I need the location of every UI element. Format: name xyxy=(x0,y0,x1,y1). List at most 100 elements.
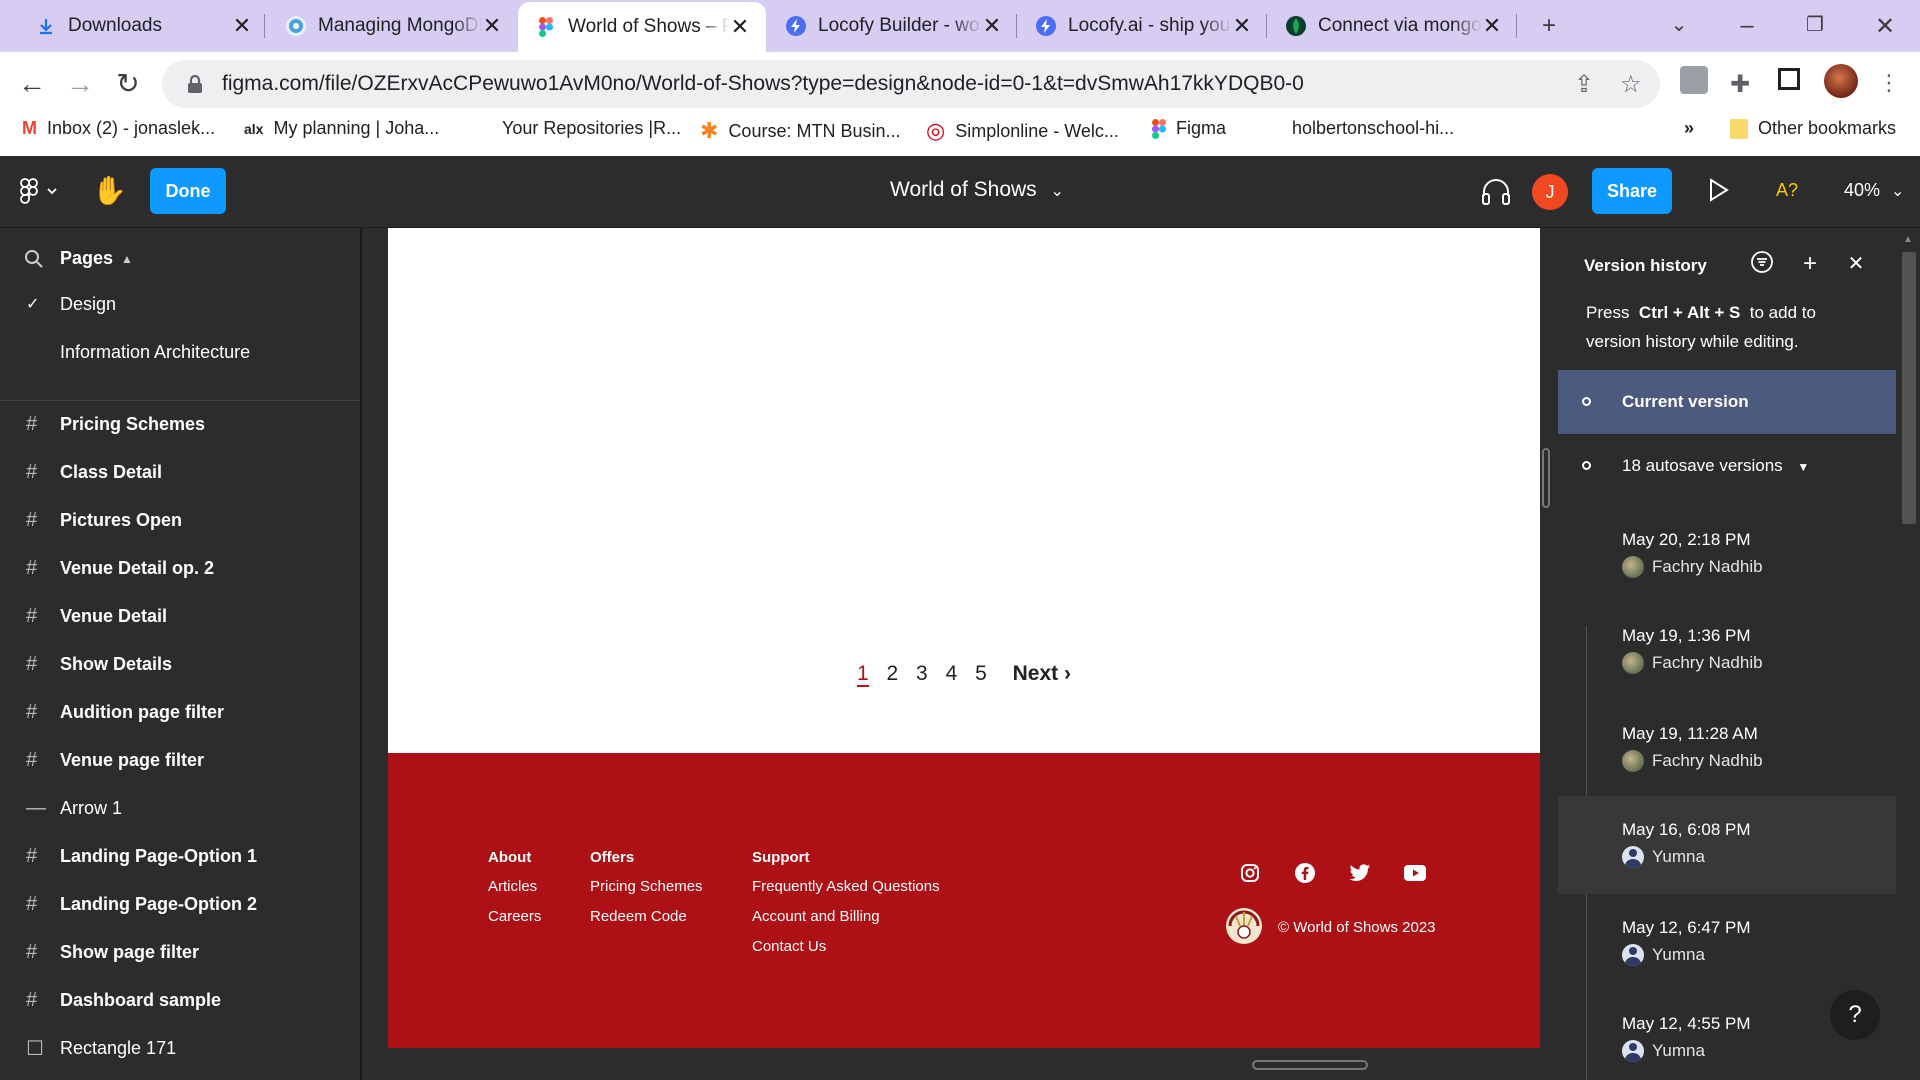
other-bookmarks[interactable]: Other bookmarks xyxy=(1730,118,1896,139)
share-page-icon[interactable]: ⇪ xyxy=(1574,70,1594,99)
address-bar[interactable]: figma.com/file/OZErxvAcCPewuwo1AvM0no/Wo… xyxy=(162,60,1660,108)
zoom-menu[interactable]: 40% ⌄ xyxy=(1844,180,1904,201)
page-item-information-architecture[interactable]: Information Architecture xyxy=(0,330,360,374)
bookmark-inbox[interactable]: M Inbox (2) - jonaslek... xyxy=(22,118,215,139)
chrome-menu-icon[interactable]: ⋮ xyxy=(1878,70,1900,96)
bookmark-star-icon[interactable]: ☆ xyxy=(1620,70,1642,99)
version-item-current[interactable]: Current version xyxy=(1558,370,1896,434)
filter-icon[interactable] xyxy=(1748,250,1776,278)
youtube-icon[interactable] xyxy=(1403,861,1427,885)
close-icon[interactable]: ✕ xyxy=(982,13,1002,39)
bookmarks-overflow-icon[interactable]: » xyxy=(1684,118,1694,139)
layer-item[interactable]: # Landing Page-Option 2 xyxy=(0,882,360,926)
present-play-icon[interactable] xyxy=(1708,178,1730,207)
canvas-vertical-scrollbar[interactable] xyxy=(1542,448,1550,508)
bookmark-figma[interactable]: Figma xyxy=(1152,118,1226,139)
back-icon[interactable]: ← xyxy=(12,64,52,104)
footer-link[interactable]: Frequently Asked Questions xyxy=(752,878,940,895)
window-close-icon[interactable]: ✕ xyxy=(1870,12,1900,41)
version-item[interactable]: May 16, 6:08 PM Yumna xyxy=(1558,796,1896,894)
close-icon[interactable]: ✕ xyxy=(1232,13,1252,39)
scroll-up-icon[interactable]: ▲ xyxy=(1903,234,1913,245)
tab-downloads[interactable]: Downloads ✕ xyxy=(18,4,268,48)
file-title-menu[interactable]: World of Shows ⌄ xyxy=(890,178,1064,202)
close-icon[interactable]: ✕ xyxy=(730,14,750,40)
footer-link[interactable]: Account and Billing xyxy=(752,908,940,925)
bookmark-repositories[interactable]: Your Repositories |R... xyxy=(502,118,681,139)
layer-item[interactable]: — Arrow 1 xyxy=(0,786,360,830)
tab-locofy-ai[interactable]: Locofy.ai - ship you ✕ xyxy=(1018,4,1268,48)
layer-item[interactable]: # Venue Detail xyxy=(0,594,360,638)
tab-locofy-builder[interactable]: Locofy Builder - wo ✕ xyxy=(768,4,1018,48)
bookmark-my-planning[interactable]: alx My planning | Joha... xyxy=(244,118,439,139)
version-item[interactable]: May 12, 6:47 PM Yumna xyxy=(1558,894,1896,990)
hand-tool-icon[interactable]: ✋ xyxy=(92,174,127,207)
page-item-design[interactable]: ✓ Design xyxy=(0,282,360,326)
audio-headphones-icon[interactable] xyxy=(1480,176,1512,211)
layer-item[interactable]: # Class Detail xyxy=(0,450,360,494)
bookmark-holbertonschool[interactable]: holbertonschool-hi... xyxy=(1292,118,1454,139)
page-link-2[interactable]: 2 xyxy=(887,662,899,686)
version-item[interactable]: May 19, 1:36 PM Fachry Nadhib xyxy=(1558,602,1896,700)
canvas-horizontal-scrollbar[interactable] xyxy=(1252,1060,1368,1070)
share-button[interactable]: Share xyxy=(1592,168,1672,214)
page-link-3[interactable]: 3 xyxy=(916,662,928,686)
extension-profile-icon[interactable] xyxy=(1680,66,1708,94)
layer-item[interactable]: # Audition page filter xyxy=(0,690,360,734)
side-panel-icon[interactable] xyxy=(1778,68,1800,90)
reload-icon[interactable]: ↻ xyxy=(108,64,148,104)
pages-header[interactable]: Pages ▲ xyxy=(24,248,133,269)
tab-search-chevron-icon[interactable]: ⌄ xyxy=(1664,12,1694,37)
layer-item[interactable]: # Pricing Schemes xyxy=(0,402,360,446)
minimize-icon[interactable]: – xyxy=(1732,12,1762,40)
layer-item[interactable]: # Pictures Open xyxy=(0,498,360,542)
done-button[interactable]: Done xyxy=(150,168,226,214)
footer-link[interactable]: Careers xyxy=(488,908,541,925)
profile-avatar[interactable] xyxy=(1824,64,1858,98)
forward-icon[interactable]: → xyxy=(60,64,100,104)
figma-menu-icon[interactable] xyxy=(20,178,60,209)
user-avatar[interactable]: J xyxy=(1532,174,1568,210)
simplon-icon: ◎ xyxy=(926,118,946,143)
footer-link[interactable]: Contact Us xyxy=(752,938,940,955)
accessibility-check[interactable]: A? xyxy=(1776,180,1798,201)
layer-item[interactable]: # Venue Detail op. 2 xyxy=(0,546,360,590)
tab-world-of-shows[interactable]: World of Shows – Figma ✕ xyxy=(518,2,766,52)
layer-item[interactable]: # Dashboard sample xyxy=(0,978,360,1022)
version-item[interactable]: May 19, 11:28 AM Fachry Nadhib xyxy=(1558,700,1896,796)
search-icon[interactable] xyxy=(24,249,44,269)
twitter-icon[interactable] xyxy=(1348,861,1372,885)
tab-connect-via-mongo[interactable]: Connect via mongo ✕ xyxy=(1268,4,1518,48)
restore-icon[interactable]: ❐ xyxy=(1800,12,1830,37)
autosave-versions-toggle[interactable]: 18 autosave versions ▼ xyxy=(1558,434,1896,498)
new-tab-button[interactable]: + xyxy=(1534,12,1564,40)
next-page-link[interactable]: Next › xyxy=(1013,662,1071,686)
help-button[interactable]: ? xyxy=(1830,990,1880,1040)
page-link-4[interactable]: 4 xyxy=(946,662,958,686)
page-link-5[interactable]: 5 xyxy=(975,662,987,686)
layer-item[interactable]: # Venue page filter xyxy=(0,738,360,782)
facebook-icon[interactable] xyxy=(1293,861,1317,885)
layer-item[interactable]: ☐ Rectangle 171 xyxy=(0,1026,360,1070)
close-icon[interactable]: ✕ xyxy=(482,13,502,39)
close-icon[interactable]: ✕ xyxy=(1842,250,1870,278)
bookmark-simplonline[interactable]: ◎ Simplonline - Welc... xyxy=(926,118,1119,144)
footer-link[interactable]: Redeem Code xyxy=(590,908,703,925)
layer-item[interactable]: # Landing Page-Option 1 xyxy=(0,834,360,878)
close-icon[interactable]: ✕ xyxy=(232,13,252,39)
version-item[interactable]: May 20, 2:18 PM Fachry Nadhib xyxy=(1558,506,1896,602)
bookmark-course-mtn[interactable]: ✱ Course: MTN Busin... xyxy=(700,118,900,144)
instagram-icon[interactable] xyxy=(1238,861,1262,885)
extensions-puzzle-icon[interactable]: ✚ xyxy=(1730,70,1750,99)
tab-managing-mongodb[interactable]: Managing MongoDB ✕ xyxy=(268,4,518,48)
close-icon[interactable]: ✕ xyxy=(1482,13,1502,39)
layer-item[interactable]: # Show page filter xyxy=(0,930,360,974)
footer-link[interactable]: Articles xyxy=(488,878,541,895)
page-link-1[interactable]: 1 xyxy=(856,663,869,687)
scrollbar-thumb[interactable] xyxy=(1902,252,1916,524)
add-version-icon[interactable]: + xyxy=(1796,250,1824,278)
layer-item[interactable]: # Show Details xyxy=(0,642,360,686)
design-canvas[interactable]: 1 2 3 4 5 Next › About Articles Careers … xyxy=(362,228,1558,1080)
version-history-scrollbar[interactable]: ▲ xyxy=(1896,228,1920,1080)
footer-link[interactable]: Pricing Schemes xyxy=(590,878,703,895)
